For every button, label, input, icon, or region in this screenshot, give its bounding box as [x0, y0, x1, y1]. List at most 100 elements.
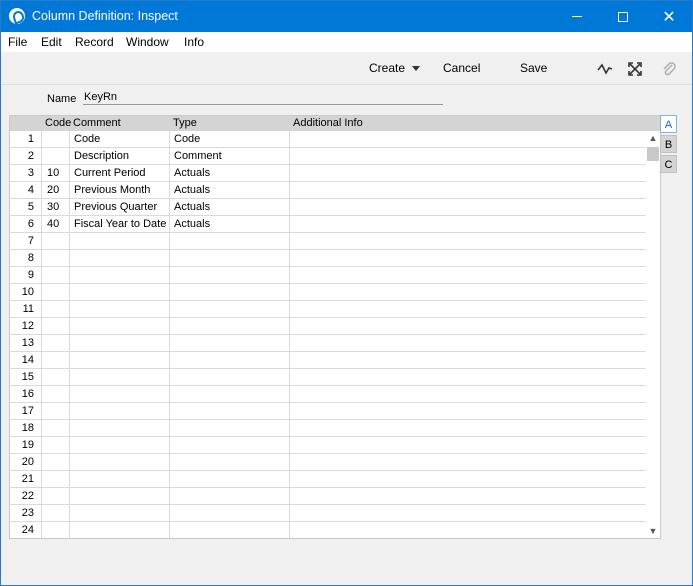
- close-button[interactable]: ✕: [646, 1, 692, 32]
- additional-info-cell[interactable]: [290, 471, 646, 488]
- type-cell[interactable]: [170, 284, 290, 301]
- paperclip-icon[interactable]: [661, 61, 677, 77]
- tab-a[interactable]: A: [660, 115, 677, 133]
- type-cell[interactable]: [170, 386, 290, 403]
- type-cell[interactable]: [170, 471, 290, 488]
- code-cell[interactable]: 20: [42, 182, 70, 199]
- comment-cell[interactable]: [70, 250, 170, 267]
- menu-info[interactable]: Info: [184, 35, 204, 49]
- type-cell[interactable]: Actuals: [170, 165, 290, 182]
- code-cell[interactable]: [42, 454, 70, 471]
- table-row[interactable]: 1 Code Code: [10, 131, 646, 148]
- additional-info-cell[interactable]: [290, 284, 646, 301]
- additional-info-cell[interactable]: [290, 505, 646, 522]
- minimize-button[interactable]: [554, 1, 600, 32]
- table-row[interactable]: 13: [10, 335, 646, 352]
- code-cell[interactable]: [42, 369, 70, 386]
- code-cell[interactable]: [42, 403, 70, 420]
- comment-cell[interactable]: Previous Quarter: [70, 199, 170, 216]
- type-cell[interactable]: [170, 505, 290, 522]
- type-cell[interactable]: Actuals: [170, 216, 290, 233]
- comment-cell[interactable]: [70, 471, 170, 488]
- type-cell[interactable]: [170, 369, 290, 386]
- type-cell[interactable]: Comment: [170, 148, 290, 165]
- table-row[interactable]: 5 30 Previous Quarter Actuals: [10, 199, 646, 216]
- additional-info-cell[interactable]: [290, 233, 646, 250]
- table-row[interactable]: 21: [10, 471, 646, 488]
- type-cell[interactable]: [170, 250, 290, 267]
- type-cell[interactable]: Actuals: [170, 199, 290, 216]
- comment-cell[interactable]: Fiscal Year to Date: [70, 216, 170, 233]
- code-cell[interactable]: [42, 284, 70, 301]
- name-field[interactable]: KeyRn: [83, 91, 443, 105]
- additional-info-cell[interactable]: [290, 182, 646, 199]
- additional-info-cell[interactable]: [290, 369, 646, 386]
- table-row[interactable]: 4 20 Previous Month Actuals: [10, 182, 646, 199]
- comment-cell[interactable]: [70, 420, 170, 437]
- comment-cell[interactable]: Code: [70, 131, 170, 148]
- additional-info-cell[interactable]: [290, 437, 646, 454]
- type-cell[interactable]: [170, 352, 290, 369]
- comment-cell[interactable]: [70, 318, 170, 335]
- code-cell[interactable]: [42, 420, 70, 437]
- scroll-down-icon[interactable]: ▼: [646, 524, 660, 538]
- comment-cell[interactable]: [70, 369, 170, 386]
- additional-info-cell[interactable]: [290, 420, 646, 437]
- code-cell[interactable]: [42, 522, 70, 538]
- additional-info-cell[interactable]: [290, 250, 646, 267]
- additional-info-cell[interactable]: [290, 352, 646, 369]
- code-cell[interactable]: 40: [42, 216, 70, 233]
- comment-cell[interactable]: [70, 505, 170, 522]
- additional-info-cell[interactable]: [290, 131, 646, 148]
- comment-cell[interactable]: [70, 403, 170, 420]
- type-cell[interactable]: [170, 301, 290, 318]
- tab-c[interactable]: C: [660, 155, 677, 173]
- table-row[interactable]: 7: [10, 233, 646, 250]
- table-row[interactable]: 12: [10, 318, 646, 335]
- table-row[interactable]: 9: [10, 267, 646, 284]
- table-row[interactable]: 2 Description Comment: [10, 148, 646, 165]
- comment-cell[interactable]: [70, 386, 170, 403]
- code-cell[interactable]: [42, 488, 70, 505]
- comment-cell[interactable]: [70, 301, 170, 318]
- table-row[interactable]: 18: [10, 420, 646, 437]
- comment-cell[interactable]: Current Period: [70, 165, 170, 182]
- tab-b[interactable]: B: [660, 135, 677, 153]
- code-cell[interactable]: [42, 267, 70, 284]
- additional-info-cell[interactable]: [290, 267, 646, 284]
- save-button[interactable]: Save: [520, 61, 547, 75]
- type-cell[interactable]: [170, 403, 290, 420]
- type-cell[interactable]: [170, 522, 290, 538]
- vertical-scrollbar[interactable]: ▲ ▼: [646, 131, 660, 538]
- table-row[interactable]: 10: [10, 284, 646, 301]
- additional-info-cell[interactable]: [290, 335, 646, 352]
- type-cell[interactable]: Actuals: [170, 182, 290, 199]
- expand-icon[interactable]: [627, 61, 643, 77]
- additional-info-cell[interactable]: [290, 148, 646, 165]
- activity-icon[interactable]: [597, 61, 613, 77]
- comment-cell[interactable]: [70, 454, 170, 471]
- code-cell[interactable]: [42, 335, 70, 352]
- table-row[interactable]: 23: [10, 505, 646, 522]
- table-row[interactable]: 14: [10, 352, 646, 369]
- type-cell[interactable]: [170, 233, 290, 250]
- additional-info-cell[interactable]: [290, 522, 646, 538]
- comment-cell[interactable]: Previous Month: [70, 182, 170, 199]
- type-cell[interactable]: [170, 335, 290, 352]
- code-cell[interactable]: [42, 471, 70, 488]
- type-cell[interactable]: [170, 437, 290, 454]
- code-cell[interactable]: 30: [42, 199, 70, 216]
- comment-cell[interactable]: [70, 437, 170, 454]
- code-cell[interactable]: [42, 250, 70, 267]
- table-row[interactable]: 19: [10, 437, 646, 454]
- code-cell[interactable]: [42, 301, 70, 318]
- code-cell[interactable]: [42, 505, 70, 522]
- menu-edit[interactable]: Edit: [41, 35, 62, 49]
- table-row[interactable]: 3 10 Current Period Actuals: [10, 165, 646, 182]
- code-cell[interactable]: [42, 131, 70, 148]
- additional-info-cell[interactable]: [290, 301, 646, 318]
- additional-info-cell[interactable]: [290, 165, 646, 182]
- cancel-button[interactable]: Cancel: [443, 61, 480, 75]
- table-row[interactable]: 8: [10, 250, 646, 267]
- table-row[interactable]: 11: [10, 301, 646, 318]
